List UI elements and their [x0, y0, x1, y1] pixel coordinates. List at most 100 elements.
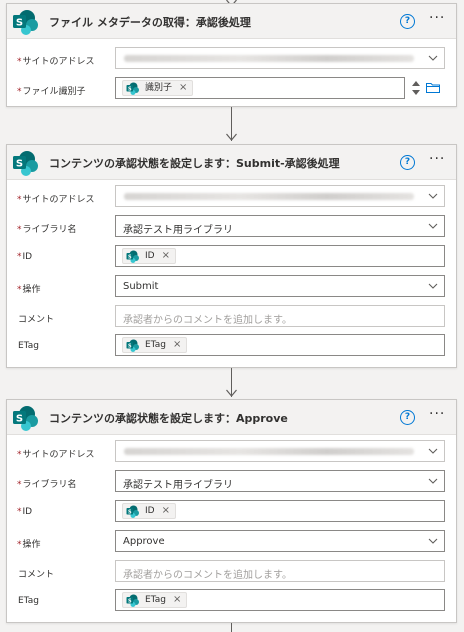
dropdown-value: Submit [123, 281, 159, 292]
chevron-down-icon[interactable] [428, 221, 438, 231]
token-label: ETag [145, 595, 166, 605]
card-title: コンテンツの承認状態を設定します：Approve [49, 412, 288, 425]
redacted-value [124, 193, 414, 200]
comment-input[interactable]: 承認者からのコメントを追加します。 [115, 560, 445, 582]
action-card-set-approval-submit: コンテンツの承認状態を設定します：Submit-承認後処理 ? ··· *サイト… [6, 144, 457, 368]
field-label: *ID [17, 252, 33, 262]
help-icon[interactable]: ? [400, 410, 415, 425]
dynamic-content-token[interactable]: 識別子 × [122, 80, 194, 96]
stepper-icon[interactable] [412, 78, 420, 98]
dropdown-value: 承認テスト用ライブラリ [123, 480, 233, 491]
card-title: コンテンツの承認状態を設定します：Submit-承認後処理 [49, 157, 340, 170]
token-label: ID [145, 506, 155, 516]
site-address-dropdown[interactable] [115, 185, 445, 207]
remove-token-icon[interactable]: × [173, 594, 181, 605]
field-label: *ファイル識別子 [17, 87, 86, 97]
connector-line-bottom [0, 623, 464, 632]
field-site-address: *サイトのアドレス [7, 440, 458, 470]
remove-token-icon[interactable]: × [173, 339, 181, 350]
sharepoint-logo-icon [12, 9, 38, 35]
chevron-down-icon[interactable] [428, 53, 438, 63]
card-header[interactable]: ファイル メタデータの取得：承認後処理 ? ··· [7, 4, 456, 39]
field-label: *サイトのアドレス [17, 450, 95, 460]
chevron-down-icon[interactable] [428, 536, 438, 546]
field-label: コメント [18, 315, 55, 325]
dropdown-value: 承認テスト用ライブラリ [123, 225, 233, 236]
site-address-dropdown[interactable] [115, 47, 445, 69]
etag-input[interactable]: ETag × [115, 334, 445, 356]
file-identifier-input[interactable]: 識別子 × [115, 77, 405, 99]
field-action: *操作 Approve [7, 530, 458, 560]
remove-token-icon[interactable]: × [179, 82, 187, 93]
arrow-down-icon [226, 386, 237, 397]
action-dropdown[interactable]: Approve [115, 530, 445, 552]
sharepoint-logo-icon [12, 405, 38, 431]
site-address-dropdown[interactable] [115, 440, 445, 462]
card-header[interactable]: コンテンツの承認状態を設定します：Submit-承認後処理 ? ··· [7, 145, 456, 180]
field-label: *サイトのアドレス [17, 195, 95, 205]
field-label: *操作 [17, 540, 41, 550]
field-comment: コメント 承認者からのコメントを追加します。 [7, 305, 458, 335]
more-options-icon[interactable]: ··· [429, 406, 445, 422]
library-name-dropdown[interactable]: 承認テスト用ライブラリ [115, 215, 445, 237]
redacted-value [124, 448, 414, 455]
token-label: ETag [145, 340, 166, 350]
chevron-down-icon[interactable] [428, 191, 438, 201]
more-options-icon[interactable]: ··· [429, 10, 445, 26]
field-label: *ライブラリ名 [17, 225, 77, 235]
etag-input[interactable]: ETag × [115, 589, 445, 611]
field-id: *ID ID × [7, 245, 458, 275]
connector-arrow [0, 107, 464, 144]
dynamic-content-token[interactable]: ID × [122, 503, 176, 519]
card-title: ファイル メタデータの取得：承認後処理 [49, 16, 251, 29]
chevron-down-icon[interactable] [428, 281, 438, 291]
field-label: *操作 [17, 285, 41, 295]
comment-input[interactable]: 承認者からのコメントを追加します。 [115, 305, 445, 327]
sharepoint-logo-icon [126, 594, 139, 607]
sharepoint-logo-icon [12, 150, 38, 176]
token-label: ID [145, 251, 155, 261]
folder-icon[interactable] [426, 82, 440, 93]
field-label: コメント [18, 570, 55, 580]
sharepoint-logo-icon [126, 82, 139, 95]
field-label: *ID [17, 507, 33, 517]
field-file-identifier: *ファイル識別子 識別子 × [7, 77, 458, 107]
help-icon[interactable]: ? [400, 155, 415, 170]
dynamic-content-token[interactable]: ETag × [122, 592, 188, 608]
placeholder-text: 承認者からのコメントを追加します。 [123, 315, 292, 326]
id-input[interactable]: ID × [115, 500, 445, 522]
id-input[interactable]: ID × [115, 245, 445, 267]
chevron-down-icon[interactable] [428, 446, 438, 456]
dynamic-content-token[interactable]: ETag × [122, 337, 188, 353]
more-options-icon[interactable]: ··· [429, 151, 445, 167]
field-label: *サイトのアドレス [17, 57, 95, 67]
field-action: *操作 Submit [7, 275, 458, 305]
chevron-down-icon[interactable] [428, 476, 438, 486]
field-site-address: *サイトのアドレス [7, 185, 458, 215]
token-label: 識別子 [145, 83, 173, 93]
field-etag: ETag ETag × [7, 334, 458, 364]
sharepoint-logo-icon [126, 339, 139, 352]
library-name-dropdown[interactable]: 承認テスト用ライブラリ [115, 470, 445, 492]
field-library-name: *ライブラリ名 承認テスト用ライブラリ [7, 470, 458, 500]
field-library-name: *ライブラリ名 承認テスト用ライブラリ [7, 215, 458, 245]
field-label: ETag [18, 341, 39, 351]
action-card-set-approval-approve: コンテンツの承認状態を設定します：Approve ? ··· *サイトのアドレス… [6, 399, 457, 623]
action-card-get-file-metadata: ファイル メタデータの取得：承認後処理 ? ··· *サイトのアドレス *ファイ… [6, 3, 457, 107]
remove-token-icon[interactable]: × [162, 505, 170, 516]
redacted-value [124, 55, 414, 62]
remove-token-icon[interactable]: × [162, 250, 170, 261]
help-icon[interactable]: ? [400, 14, 415, 29]
field-etag: ETag ETag × [7, 589, 458, 619]
card-header[interactable]: コンテンツの承認状態を設定します：Approve ? ··· [7, 400, 456, 435]
field-comment: コメント 承認者からのコメントを追加します。 [7, 560, 458, 590]
dropdown-value: Approve [123, 536, 165, 547]
sharepoint-logo-icon [126, 250, 139, 263]
arrow-down-icon [226, 130, 237, 141]
connector-arrow [0, 368, 464, 400]
field-id: *ID ID × [7, 500, 458, 530]
field-label: *ライブラリ名 [17, 480, 77, 490]
sharepoint-logo-icon [126, 505, 139, 518]
action-dropdown[interactable]: Submit [115, 275, 445, 297]
dynamic-content-token[interactable]: ID × [122, 248, 176, 264]
